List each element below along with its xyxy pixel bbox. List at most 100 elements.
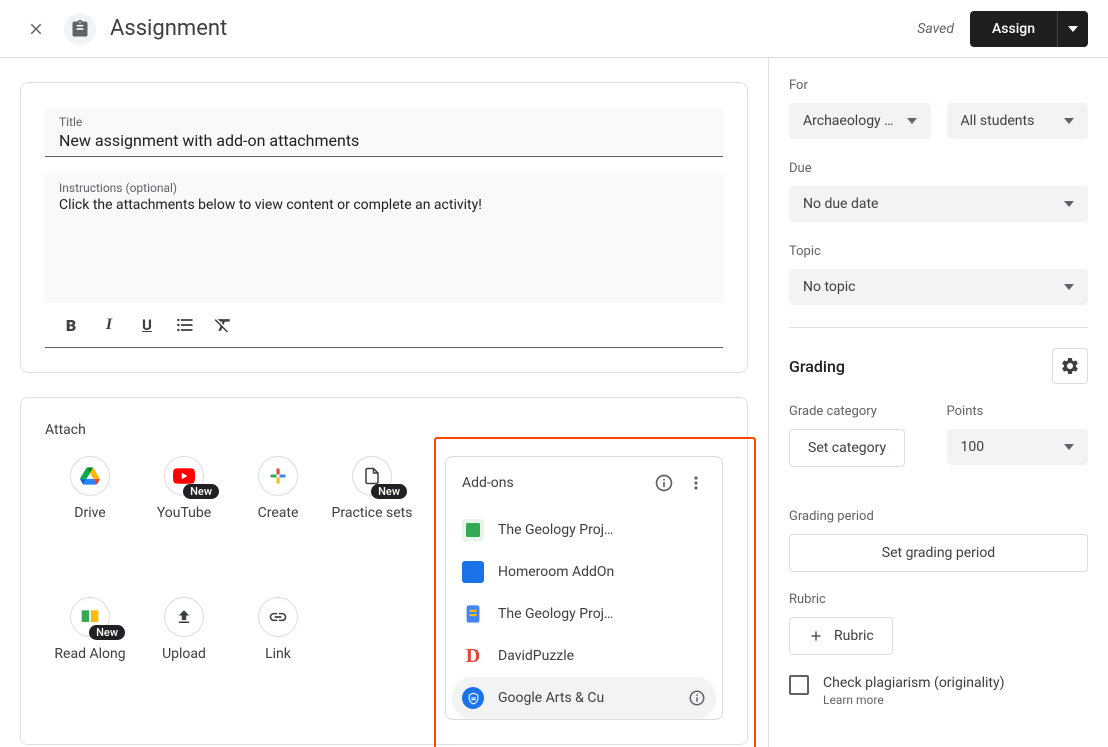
upload-icon [175, 608, 193, 626]
instructions-field[interactable]: Instructions (optional) Click the attach… [45, 173, 723, 303]
learn-more-link[interactable]: Learn more [823, 693, 1004, 707]
set-grading-period-button[interactable]: Set grading period [789, 534, 1088, 572]
set-category-button[interactable]: Set category [789, 429, 905, 467]
addons-more-button[interactable] [680, 467, 712, 499]
sidebar: For Archaeology … All students Due No du… [768, 58, 1108, 747]
rubric-button[interactable]: Rubric [789, 617, 893, 655]
info-icon [688, 689, 706, 707]
attach-label: Attach [45, 422, 723, 438]
chevron-down-icon [1064, 118, 1074, 124]
title-label: Title [59, 115, 709, 129]
attach-upload[interactable]: Upload [139, 597, 229, 720]
topic-label: Topic [789, 244, 1088, 259]
chevron-down-icon [907, 118, 917, 124]
read-along-icon [80, 608, 100, 626]
practice-sets-icon [363, 466, 381, 486]
chevron-down-icon [1064, 201, 1074, 207]
new-badge: New [183, 484, 219, 499]
attach-practice-sets[interactable]: New Practice sets [327, 456, 417, 579]
due-selector[interactable]: No due date [789, 186, 1088, 222]
assign-button[interactable]: Assign [970, 11, 1057, 47]
for-label: For [789, 78, 1088, 93]
assign-dropdown[interactable] [1057, 11, 1088, 47]
chevron-down-icon [1068, 26, 1078, 32]
attach-link[interactable]: Link [233, 597, 323, 720]
addon-icon [462, 687, 484, 709]
addons-title: Add-ons [462, 475, 648, 491]
title-value: New assignment with add-on attachments [59, 131, 709, 150]
plagiarism-checkbox[interactable] [789, 675, 809, 695]
attach-upload-label: Upload [162, 645, 206, 663]
attach-create[interactable]: Create [233, 456, 323, 579]
page-title: Assignment [110, 16, 227, 41]
new-badge: New [371, 484, 407, 499]
attach-link-label: Link [265, 645, 291, 663]
attach-practice-label: Practice sets [332, 504, 413, 522]
addons-panel: Add-ons The Geology Proj… [445, 456, 723, 720]
attach-drive-label: Drive [74, 504, 105, 522]
addon-label: The Geology Proj… [498, 522, 706, 538]
addon-item[interactable]: Homeroom AddOn [446, 551, 722, 593]
attach-drive[interactable]: Drive [45, 456, 135, 579]
more-vert-icon [686, 473, 706, 493]
close-button[interactable] [20, 13, 52, 45]
grading-settings-button[interactable] [1052, 348, 1088, 384]
addon-item[interactable]: The Geology Proj… [446, 509, 722, 551]
divider [789, 327, 1088, 328]
addons-info-button[interactable] [648, 467, 680, 499]
addon-icon [462, 561, 484, 583]
plagiarism-label: Check plagiarism (originality) [823, 675, 1004, 691]
new-badge: New [89, 625, 125, 640]
grading-period-label: Grading period [789, 509, 1088, 524]
attach-create-label: Create [258, 504, 299, 522]
bold-button[interactable]: B [59, 313, 83, 337]
addon-icon [462, 519, 484, 541]
italic-icon: I [106, 316, 112, 334]
points-label: Points [947, 404, 1089, 419]
addon-label: DavidPuzzle [498, 648, 706, 664]
class-selector[interactable]: Archaeology … [789, 103, 931, 139]
list-button[interactable] [173, 313, 197, 337]
assignment-icon [64, 13, 96, 45]
addon-label: Google Arts & Cu [498, 690, 674, 706]
app-header: Assignment Saved Assign [0, 0, 1108, 58]
due-label: Due [789, 161, 1088, 176]
addon-icon: D [462, 645, 484, 667]
attach-read-along-label: Read Along [54, 645, 125, 663]
attach-read-along[interactable]: New Read Along [45, 597, 135, 720]
due-value: No due date [803, 196, 878, 212]
attach-youtube[interactable]: New YouTube [139, 456, 229, 579]
class-value: Archaeology … [803, 113, 894, 129]
points-selector[interactable]: 100 [947, 429, 1089, 465]
underline-button[interactable]: U [135, 313, 159, 337]
attach-youtube-label: YouTube [157, 504, 211, 522]
addon-item[interactable]: The Geology Proj… [446, 593, 722, 635]
italic-button[interactable]: I [97, 313, 121, 337]
main-panel: Title New assignment with add-on attachm… [0, 58, 768, 747]
clear-format-icon [213, 315, 233, 335]
topic-value: No topic [803, 279, 855, 295]
format-toolbar: B I U [45, 303, 723, 348]
students-selector[interactable]: All students [947, 103, 1089, 139]
title-field[interactable]: Title New assignment with add-on attachm… [45, 107, 723, 157]
drive-icon [80, 467, 100, 485]
grading-title: Grading [789, 357, 845, 376]
addon-item[interactable]: Google Arts & Cu [452, 677, 716, 719]
underline-icon: U [142, 316, 152, 334]
topic-selector[interactable]: No topic [789, 269, 1088, 305]
instructions-value: Click the attachments below to view cont… [59, 197, 709, 213]
clear-format-button[interactable] [211, 313, 235, 337]
rubric-label: Rubric [789, 592, 1088, 607]
chevron-down-icon [1064, 444, 1074, 450]
attach-grid: Drive New YouTube Create New Practi [45, 456, 417, 720]
addon-item[interactable]: D DavidPuzzle [446, 635, 722, 677]
link-icon [268, 612, 288, 622]
attach-card: Attach Drive New YouTube Create [20, 397, 748, 745]
bold-icon: B [66, 316, 76, 335]
close-icon [27, 20, 45, 38]
gear-icon [1060, 356, 1080, 376]
students-value: All students [961, 113, 1035, 129]
addon-label: Homeroom AddOn [498, 564, 706, 580]
addon-label: The Geology Proj… [498, 606, 706, 622]
grade-category-label: Grade category [789, 404, 931, 419]
